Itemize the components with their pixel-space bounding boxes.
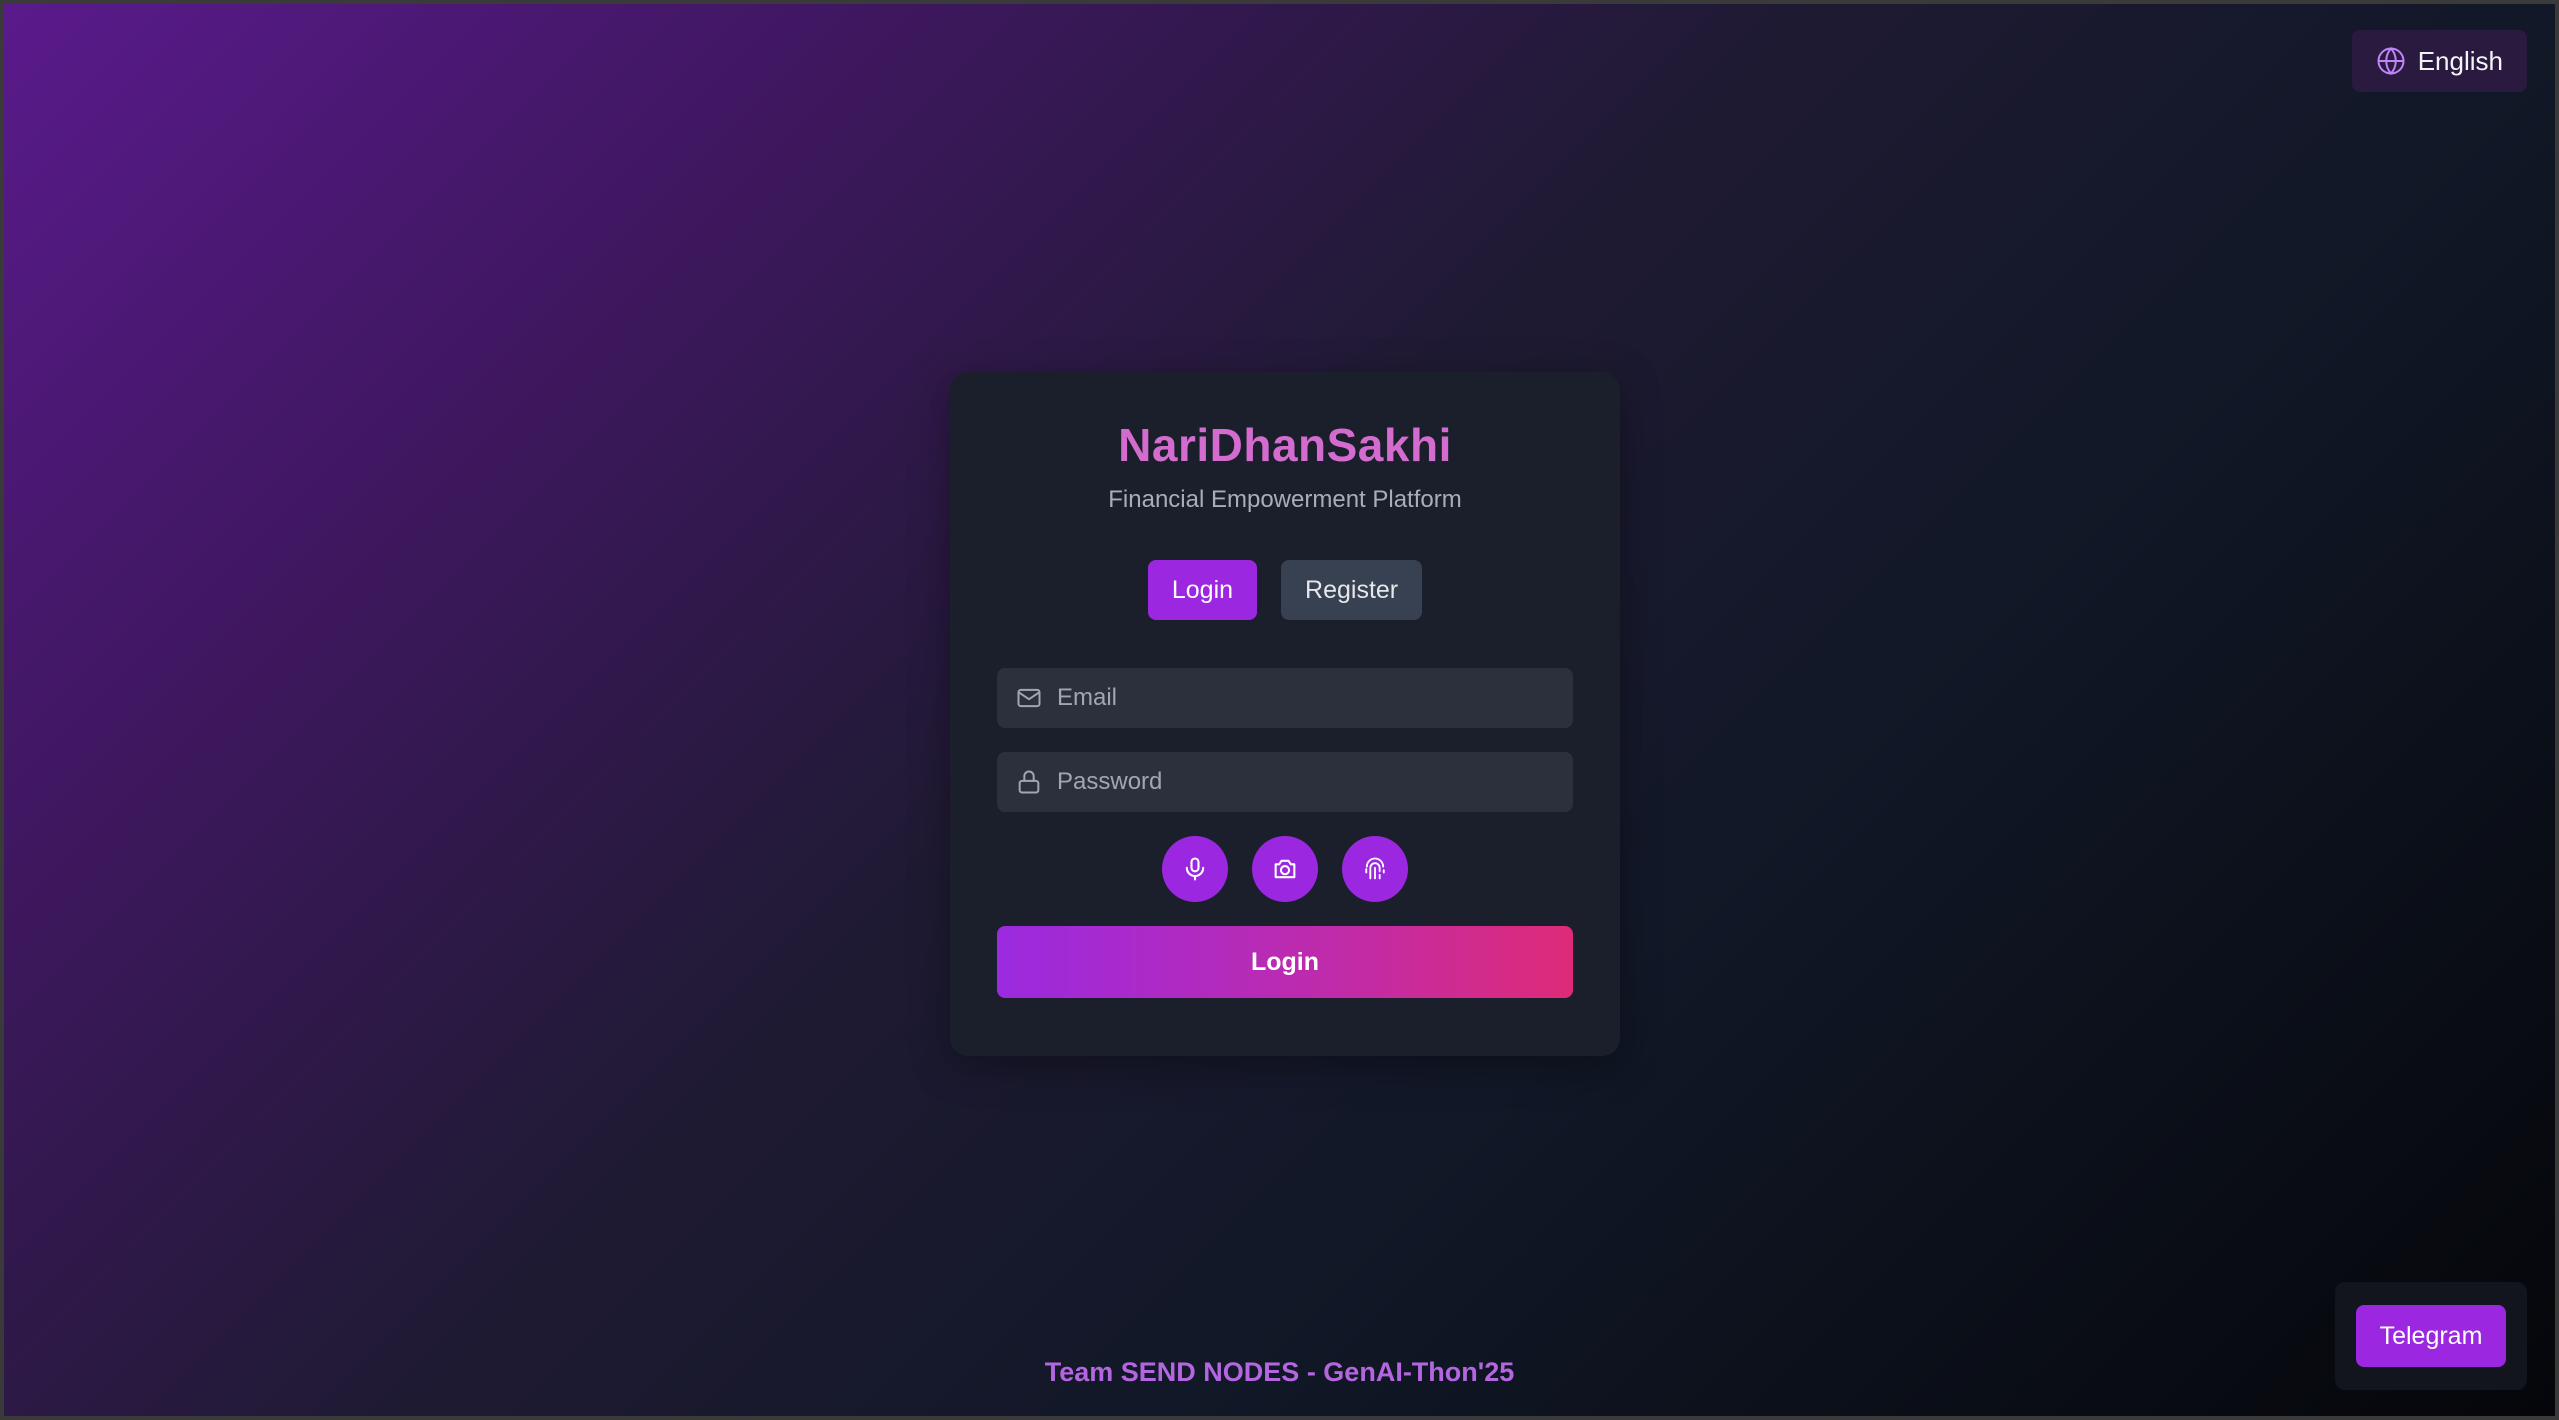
tab-register[interactable]: Register — [1281, 560, 1423, 620]
biometric-options — [997, 836, 1573, 902]
microphone-icon — [1185, 857, 1205, 881]
voice-login-button[interactable] — [1162, 836, 1228, 902]
telegram-button[interactable]: Telegram — [2355, 1305, 2507, 1367]
login-submit-button[interactable]: Login — [997, 926, 1573, 998]
telegram-widget: Telegram — [2335, 1282, 2527, 1390]
language-selector-button[interactable]: English — [2351, 30, 2527, 92]
tab-login[interactable]: Login — [1147, 560, 1258, 620]
globe-icon — [2377, 46, 2405, 76]
footer-credit: Team SEND NODES - GenAI-Thon'25 — [1044, 1357, 1515, 1387]
fingerprint-icon — [1365, 857, 1385, 880]
mail-icon — [1017, 688, 1041, 708]
email-field[interactable] — [997, 668, 1573, 728]
auth-card: NariDhanSakhi Financial Empowerment Plat… — [950, 372, 1620, 1056]
language-label: English — [2417, 45, 2503, 76]
lock-icon — [1018, 770, 1040, 794]
password-field[interactable] — [997, 752, 1573, 812]
app-title: NariDhanSakhi — [1118, 419, 1452, 471]
password-input[interactable] — [1057, 768, 1555, 796]
auth-tabs: Login Register — [997, 560, 1573, 620]
fingerprint-login-button[interactable] — [1342, 836, 1408, 902]
camera-icon — [1274, 859, 1296, 879]
face-login-button[interactable] — [1252, 836, 1318, 902]
email-input[interactable] — [1057, 684, 1555, 712]
app-subtitle: Financial Empowerment Platform — [1108, 486, 1462, 513]
